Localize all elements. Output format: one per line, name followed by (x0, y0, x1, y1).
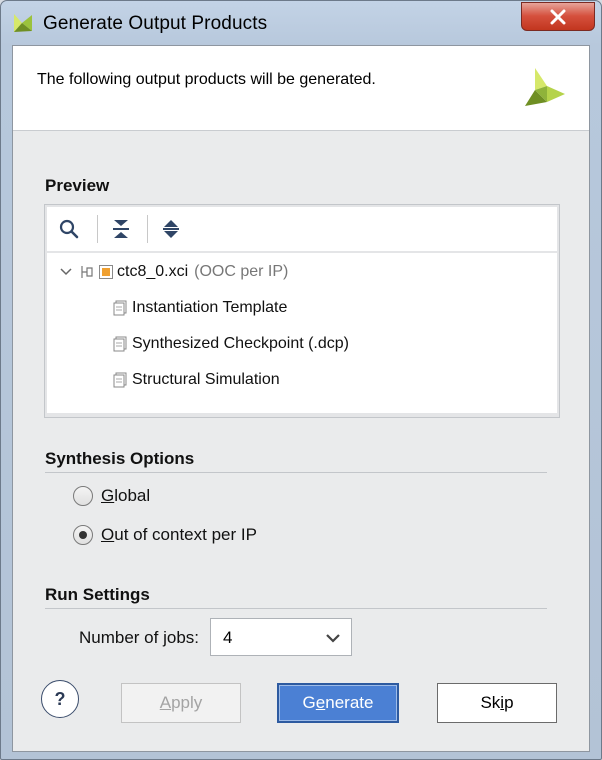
skip-button[interactable]: Sk i p (437, 683, 557, 723)
preview-title: Preview (45, 176, 110, 195)
run-settings-title: Run Settings (45, 585, 150, 604)
collapse-all-button[interactable] (107, 215, 135, 243)
tree-item[interactable]: Synthesized Checkpoint (.dcp) (113, 329, 349, 359)
xilinx-logo-icon (525, 68, 565, 106)
radio-out-of-context[interactable]: Out of context per IP (73, 525, 257, 545)
dialog-window: Generate Output Products The following o… (0, 0, 602, 760)
section-divider (45, 472, 547, 473)
search-button[interactable] (55, 215, 83, 243)
preview-tree: ctc8_0.xci (OOC per IP) Instantiation Te… (47, 253, 557, 413)
preview-toolbar (47, 207, 557, 251)
document-icon (113, 336, 127, 352)
close-button[interactable] (521, 2, 595, 31)
xilinx-logo-icon (14, 14, 32, 32)
tree-root-name: ctc8_0.xci (117, 263, 189, 280)
ip-hierarchy-icon (81, 266, 93, 278)
chevron-down-icon[interactable] (59, 265, 73, 279)
document-icon (113, 372, 127, 388)
tree-item[interactable]: Instantiation Template (113, 293, 287, 323)
toolbar-separator (147, 215, 148, 243)
tree-root-item[interactable]: ctc8_0.xci (OOC per IP) (59, 257, 288, 287)
expand-all-icon (163, 220, 179, 238)
radio-button[interactable] (73, 486, 93, 506)
section-divider (45, 608, 547, 609)
collapse-all-icon (113, 220, 129, 238)
tree-item-label: Instantiation Template (132, 299, 288, 316)
jobs-select[interactable]: 4 (210, 618, 352, 656)
dialog-content: The following output products will be ge… (12, 45, 590, 752)
window-title: Generate Output Products (43, 13, 268, 34)
toolbar-separator (97, 215, 98, 243)
tree-item-label: Structural Simulation (132, 371, 280, 388)
generate-button[interactable]: Ge nerate (277, 683, 399, 723)
ip-core-icon (99, 265, 113, 279)
synthesis-options-title: Synthesis Options (45, 449, 195, 468)
radio-label: Out of context per IP (101, 525, 257, 544)
header-text: The following output products will be ge… (37, 71, 376, 88)
tree-item-label: Synthesized Checkpoint (.dcp) (132, 335, 349, 352)
jobs-value: 4 (223, 628, 233, 647)
radio-label: Global (101, 486, 151, 505)
radio-button-checked[interactable] (73, 525, 93, 545)
expand-all-button[interactable] (157, 215, 185, 243)
apply-button[interactable]: Apply (121, 683, 241, 723)
dialog-header: The following output products will be ge… (13, 46, 589, 131)
chevron-down-icon (326, 634, 340, 643)
jobs-label: Number of jobs: (79, 628, 199, 647)
help-button[interactable]: ? (41, 680, 79, 718)
preview-panel: ctc8_0.xci (OOC per IP) Instantiation Te… (44, 204, 560, 418)
radio-global[interactable]: Global (73, 486, 150, 506)
document-icon (113, 300, 127, 316)
tree-root-suffix: (OOC per IP) (194, 263, 289, 280)
tree-item[interactable]: Structural Simulation (113, 365, 280, 395)
close-icon (550, 9, 566, 25)
search-icon (59, 219, 79, 239)
title-bar[interactable]: Generate Output Products (1, 1, 601, 45)
